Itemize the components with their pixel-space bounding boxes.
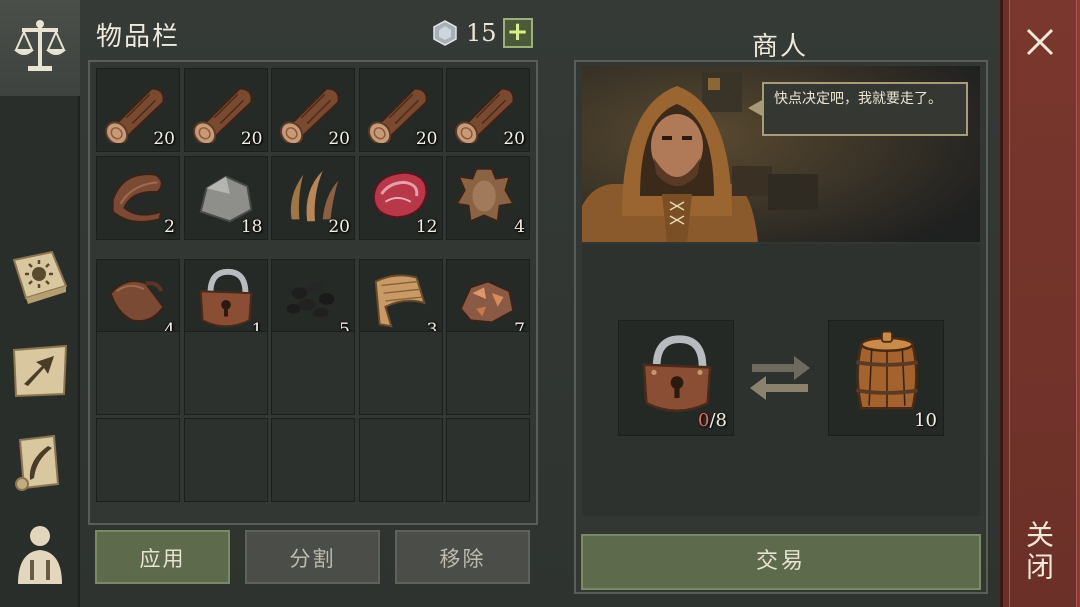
padlock-icon <box>642 335 712 412</box>
trade-receive-slot[interactable]: 10 <box>828 320 944 436</box>
slot-count: 20 <box>328 129 350 149</box>
slot-count: 20 <box>240 129 263 149</box>
animal-hide-icon <box>455 167 515 223</box>
inventory-slot-empty[interactable] <box>96 330 180 415</box>
trade-offer-count: 0/8 <box>698 410 727 431</box>
inventory-slot[interactable]: 20 <box>96 68 180 152</box>
inventory-slot[interactable]: 20 <box>271 155 355 240</box>
inventory-slot[interactable]: 2 <box>96 155 180 240</box>
exchange-arrows-icon <box>750 356 810 400</box>
inventory-slot-empty[interactable] <box>358 418 443 502</box>
inventory-slot-empty[interactable] <box>96 418 180 502</box>
sun-book-icon[interactable] <box>8 244 72 308</box>
inventory-slot-empty[interactable] <box>183 330 268 415</box>
slot-count: 20 <box>503 129 525 149</box>
leather-icon <box>109 280 165 322</box>
close-panel-strip[interactable] <box>1000 0 1080 607</box>
slot-count: 18 <box>240 216 263 237</box>
split-button[interactable]: 分割 <box>245 530 380 584</box>
apply-button[interactable]: 应用 <box>95 530 230 584</box>
merchant-speech-bubble: 快点决定吧，我就要走了。 <box>762 82 968 136</box>
inventory-slot[interactable]: 12 <box>358 155 443 240</box>
inventory-slot-empty[interactable] <box>183 418 268 502</box>
inventory-slot[interactable]: 20 <box>183 68 268 152</box>
left-navigation <box>0 0 80 607</box>
trade-offer-slot[interactable]: 0/8 <box>618 320 734 436</box>
padlock-icon <box>199 268 252 328</box>
inventory-slot-empty[interactable] <box>446 418 530 502</box>
wooden-barrel-icon <box>856 330 918 410</box>
add-currency-button[interactable]: + <box>502 18 533 48</box>
close-strip-inner <box>1009 0 1077 607</box>
currency-value: 15 <box>466 19 497 47</box>
trade-receive-count: 10 <box>914 410 937 431</box>
close-button-label[interactable]: 关闭 <box>1022 520 1058 584</box>
trade-button[interactable]: 交易 <box>581 534 981 590</box>
leather-strap-icon <box>111 172 163 223</box>
inventory-slot-empty[interactable] <box>271 418 355 502</box>
coal-icon <box>286 281 335 318</box>
speech-bubble-tail <box>748 100 762 116</box>
inventory-slot-empty[interactable] <box>271 330 355 415</box>
inventory-slot[interactable]: 20 <box>271 68 355 152</box>
gem-icon <box>433 20 457 46</box>
scroll-quill-icon[interactable] <box>8 430 72 494</box>
balance-scale-icon[interactable] <box>8 14 72 78</box>
slot-count: 20 <box>415 129 438 149</box>
inventory-slot[interactable]: 4 <box>446 155 530 240</box>
inventory-slot-empty[interactable] <box>446 330 530 415</box>
slot-count: 20 <box>328 216 350 237</box>
slot-count: 20 <box>153 129 175 149</box>
slot-count: 4 <box>514 216 525 237</box>
merchant-title: 商人 <box>752 32 809 62</box>
cloth-icon <box>374 274 426 328</box>
inventory-slot[interactable]: 20 <box>446 68 530 152</box>
close-icon[interactable] <box>1022 24 1058 60</box>
copper-ore-icon <box>459 280 515 324</box>
inventory-slot[interactable]: 20 <box>358 68 443 152</box>
inventory-title: 物品栏 <box>96 22 181 52</box>
slot-count: 12 <box>415 216 438 237</box>
inventory-slot[interactable]: 18 <box>183 155 268 240</box>
currency-display: 15 + <box>432 18 533 48</box>
remove-button[interactable]: 移除 <box>395 530 530 584</box>
game-screen: 物品栏 15 + 20202020202182012441537 应用 分割 移… <box>0 0 1080 607</box>
slot-count: 2 <box>164 216 175 237</box>
map-arrow-icon[interactable] <box>8 338 72 402</box>
inventory-slot-empty[interactable] <box>358 330 443 415</box>
character-icon[interactable] <box>8 520 72 584</box>
